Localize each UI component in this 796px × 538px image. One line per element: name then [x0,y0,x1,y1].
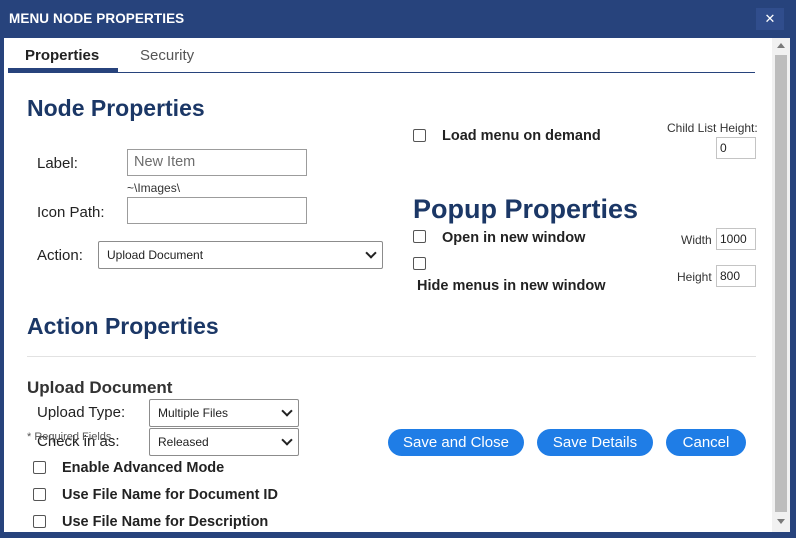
width-input[interactable]: 1000 [716,228,756,250]
required-fields-note: * Required Fields [27,431,112,443]
height-label: Height [677,270,712,284]
file-name-document-id-label: Use File Name for Document ID [62,487,278,503]
enable-advanced-mode-label: Enable Advanced Mode [62,460,225,476]
icon-path-label: Icon Path: [37,204,105,221]
action-label: Action: [37,247,83,264]
active-tab-indicator [8,68,118,72]
action-properties-heading: Action Properties [27,313,219,339]
child-list-height-input[interactable]: 0 [716,137,756,159]
dialog-title: MENU NODE PROPERTIES [9,11,185,26]
tab-bar: Properties Security [8,38,755,73]
scrollbar-thumb[interactable] [775,55,787,512]
file-name-description-label: Use File Name for Description [62,514,269,530]
load-on-demand-checkbox[interactable] [413,129,426,142]
upload-type-label: Upload Type: [37,404,126,421]
width-label: Width [681,233,712,247]
save-and-close-button[interactable]: Save and Close [388,429,524,456]
upload-document-subheading: Upload Document [27,378,173,397]
tab-properties[interactable]: Properties [25,47,99,64]
save-details-button[interactable]: Save Details [537,429,653,456]
enable-advanced-mode-checkbox[interactable] [33,461,46,474]
label-field-label: Label: [37,155,78,172]
chevron-down-icon [281,405,293,417]
vertical-scrollbar[interactable] [772,38,790,532]
action-select-value: Upload Document [107,248,204,262]
upload-type-select[interactable]: Multiple Files [149,399,299,427]
child-list-height-label: Child List Height: [667,121,758,135]
chevron-down-icon [365,247,377,259]
icon-path-hint: ~\Images\ [127,181,181,195]
action-select[interactable]: Upload Document [98,241,383,269]
height-input[interactable]: 800 [716,265,756,287]
arrow-up-icon[interactable] [777,43,785,48]
close-icon: ✕ [764,11,776,26]
popup-properties-heading: Popup Properties [413,194,639,224]
arrow-down-icon[interactable] [777,519,785,524]
check-in-value: Released [158,435,209,449]
hide-menus-checkbox[interactable] [413,257,426,270]
dialog-frame: MENU NODE PROPERTIES ✕ Properties Securi… [0,0,796,538]
open-new-window-checkbox[interactable] [413,230,426,243]
chevron-down-icon [281,434,293,446]
close-button[interactable]: ✕ [756,8,784,30]
open-new-window-label: Open in new window [442,230,586,246]
dialog-body: Properties Security Node Properties Labe… [4,38,790,532]
title-bar: MENU NODE PROPERTIES ✕ [0,0,796,38]
node-properties-heading: Node Properties [27,95,205,121]
section-divider [27,356,756,357]
label-input[interactable]: New Item [127,149,307,176]
file-name-description-checkbox[interactable] [33,515,46,528]
check-in-select[interactable]: Released [149,428,299,456]
icon-path-input[interactable] [127,197,307,224]
cancel-button[interactable]: Cancel [666,429,746,456]
load-on-demand-label: Load menu on demand [442,128,601,144]
tab-security[interactable]: Security [140,47,194,64]
file-name-document-id-checkbox[interactable] [33,488,46,501]
upload-type-value: Multiple Files [158,406,229,420]
hide-menus-label: Hide menus in new window [417,278,606,294]
